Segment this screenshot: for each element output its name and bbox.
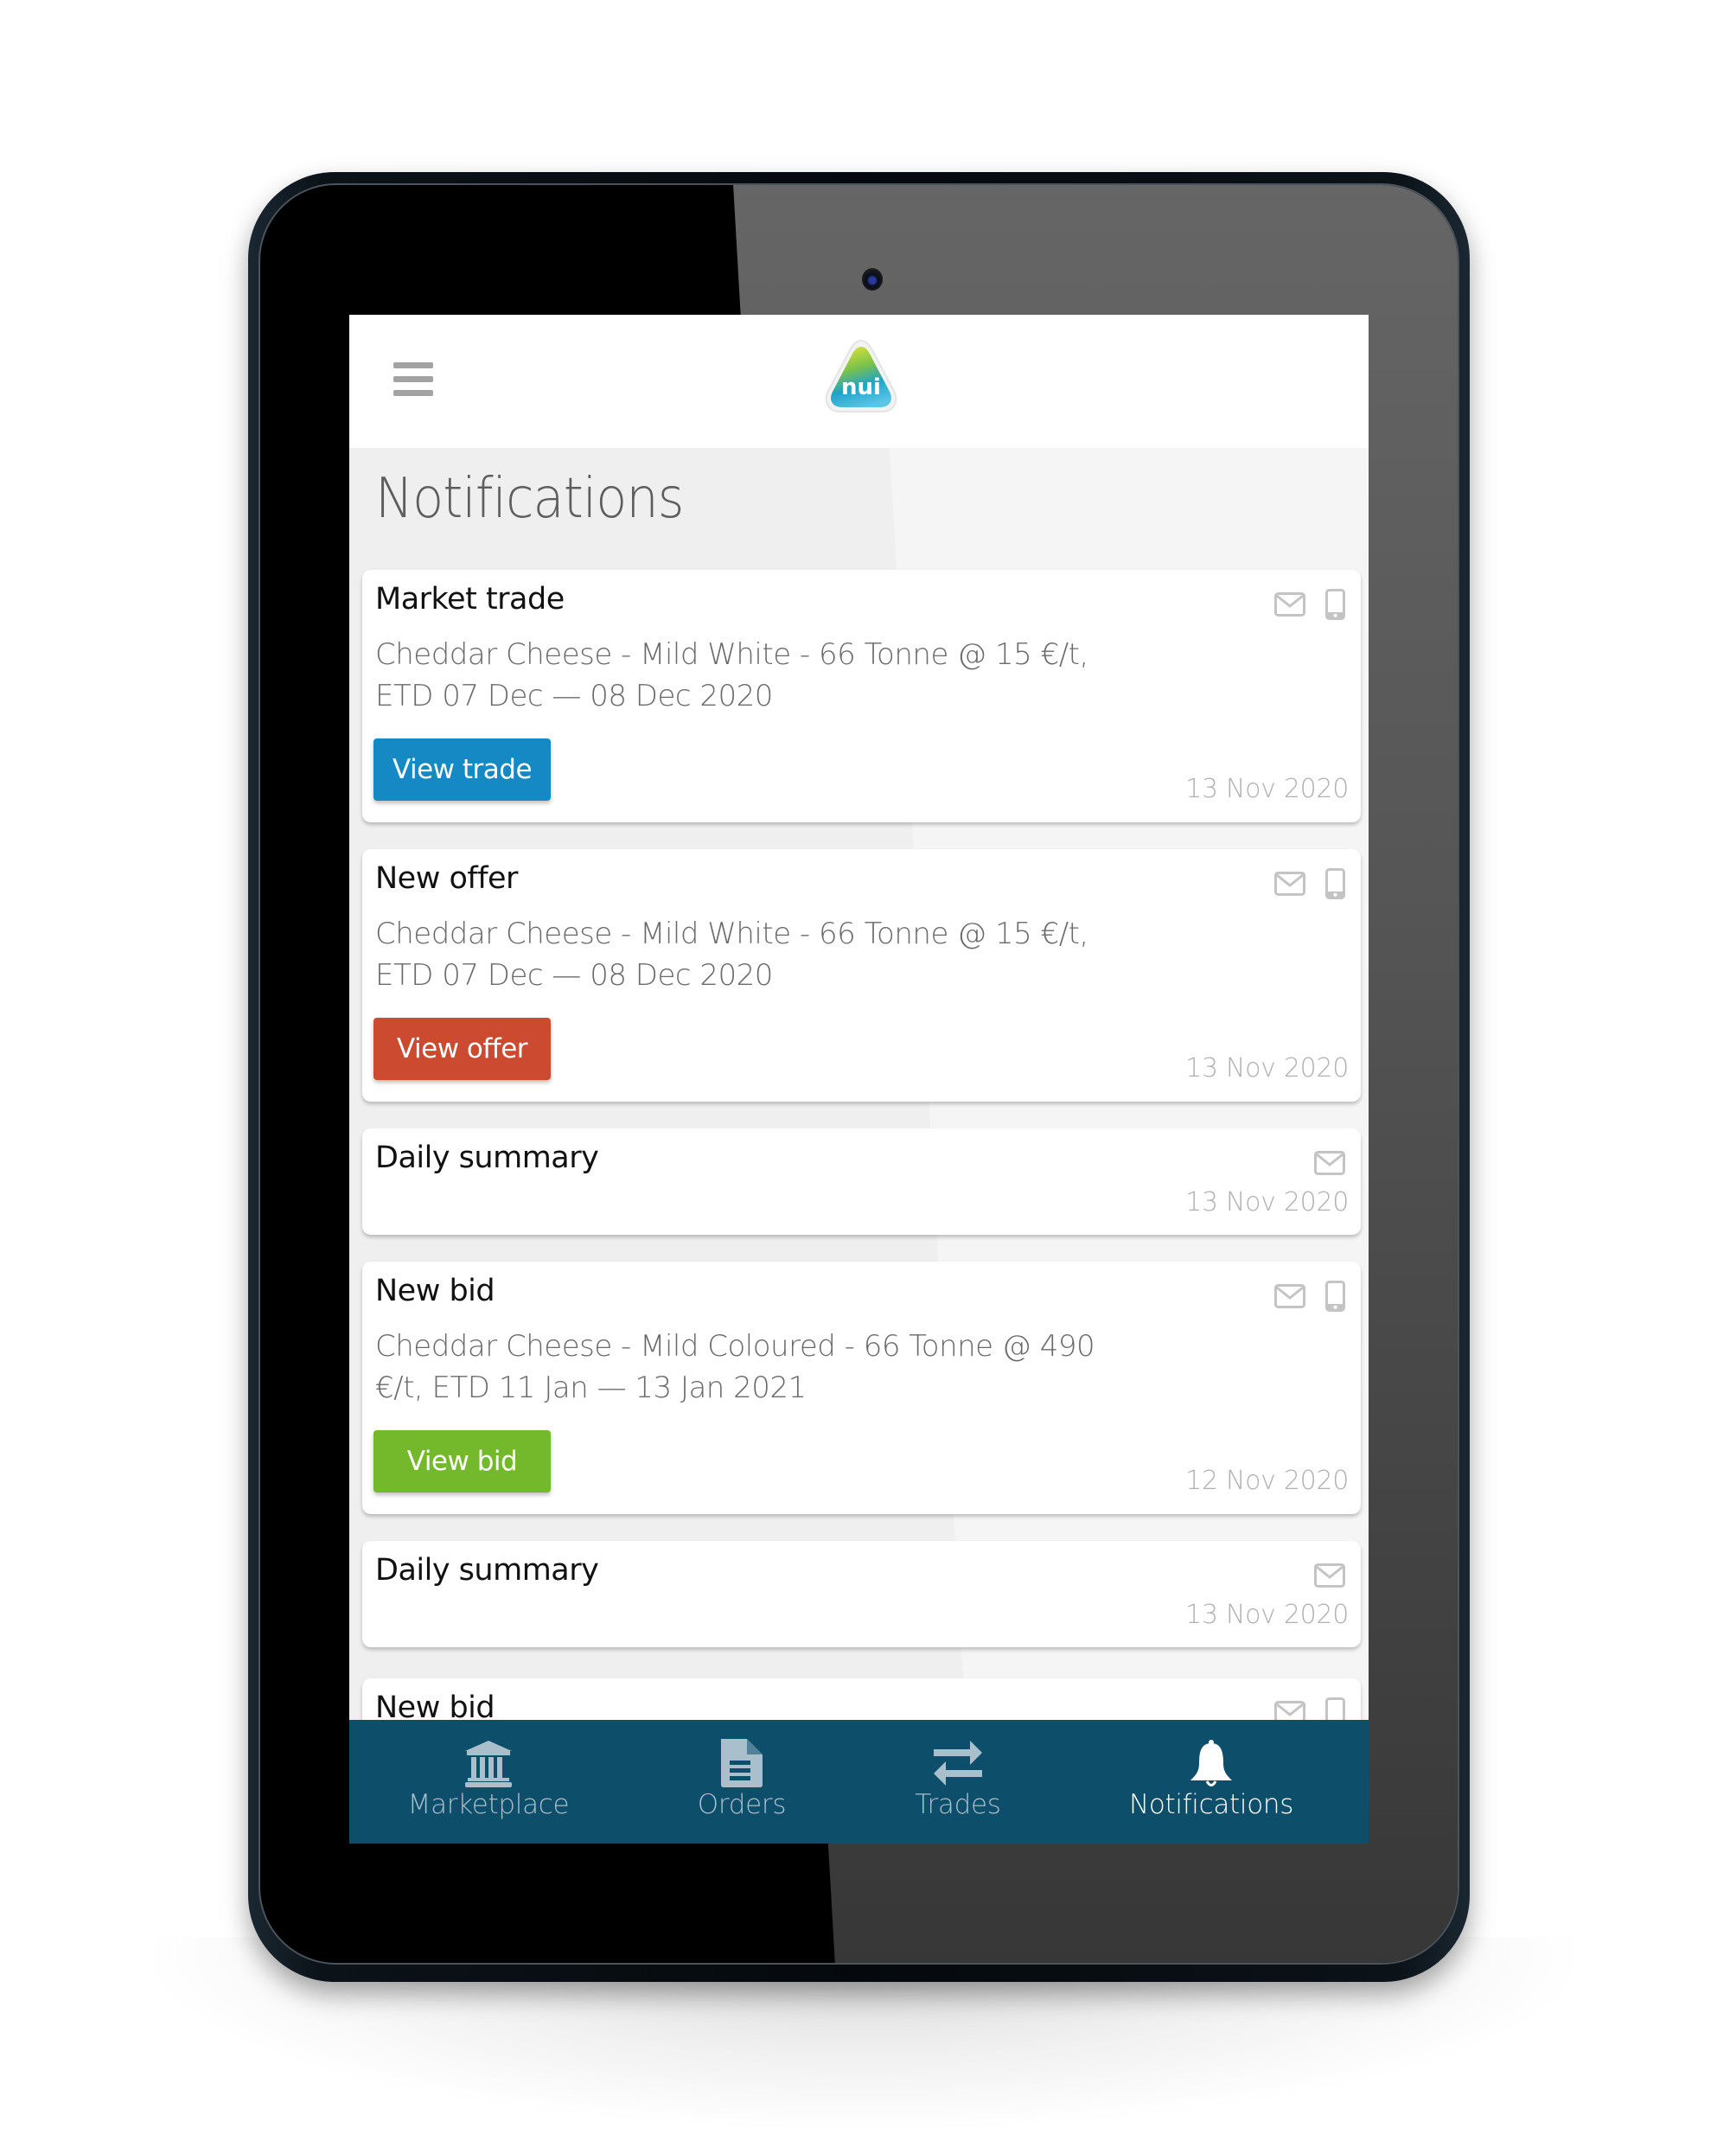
nav-tab-orders[interactable]: Orders [629, 1720, 854, 1844]
view-trade-button[interactable]: View trade [373, 738, 551, 801]
nav-tab-notifications[interactable]: Notifications [1099, 1720, 1324, 1844]
notification-title: New bid [375, 1274, 495, 1308]
view-offer-button[interactable]: View offer [373, 1018, 551, 1080]
view-bid-button[interactable]: View bid [373, 1430, 551, 1492]
notification-date: 13 Nov 2020 [1185, 1053, 1349, 1083]
nav-label: Orders [697, 1789, 787, 1820]
body-line: Cheddar Cheese - Mild Coloured - 66 Tonn… [375, 1329, 1095, 1364]
phone-icon [1325, 589, 1345, 620]
nav-label: Notifications [1128, 1789, 1294, 1820]
notification-card: Market trade Cheddar Cheese - Mild White… [362, 570, 1361, 822]
bottom-nav: Marketplace Orders Trades Notifications [349, 1720, 1369, 1844]
nav-label: Trades [915, 1789, 1001, 1820]
email-icon [1274, 592, 1305, 617]
document-icon [721, 1739, 763, 1787]
nav-tab-marketplace[interactable]: Marketplace [376, 1720, 601, 1844]
email-icon [1314, 1563, 1345, 1588]
notification-date: 13 Nov 2020 [1185, 1600, 1349, 1630]
notification-title: Daily summary [375, 1141, 599, 1175]
body-line: €/t, ETD 11 Jan — 13 Jan 2021 [375, 1371, 807, 1405]
app-screen: nui Notifications Market trade Cheddar C… [349, 315, 1369, 1844]
email-icon [1274, 872, 1305, 896]
body-line: Cheddar Cheese - Mild White - 66 Tonne @… [375, 637, 1088, 672]
nui-logo[interactable]: nui [821, 337, 901, 417]
notification-card: New bid Cheddar Cheese - Mild Coloured -… [362, 1262, 1361, 1514]
notification-card: New offer Cheddar Cheese - Mild White - … [362, 849, 1361, 1102]
nav-tab-trades[interactable]: Trades [846, 1720, 1070, 1844]
page-title: Notifications [375, 467, 684, 531]
email-icon [1274, 1284, 1305, 1308]
notification-card: Daily summary 13 Nov 2020 [362, 1128, 1361, 1235]
bank-icon [465, 1741, 512, 1787]
phone-icon [1325, 1281, 1345, 1312]
notification-title: Daily summary [375, 1553, 599, 1588]
body-line: ETD 07 Dec — 08 Dec 2020 [375, 958, 773, 993]
notification-date: 13 Nov 2020 [1185, 774, 1349, 804]
logo-text: nui [841, 374, 881, 400]
notification-title: New offer [375, 861, 518, 896]
notification-body: Cheddar Cheese - Mild White - 66 Tonne @… [375, 634, 1119, 717]
notification-date: 13 Nov 2020 [1185, 1187, 1349, 1217]
menu-icon[interactable] [393, 362, 433, 397]
email-icon [1314, 1151, 1345, 1175]
camera-icon [862, 268, 883, 291]
nav-label: Marketplace [407, 1789, 570, 1820]
body-line: ETD 07 Dec — 08 Dec 2020 [375, 679, 773, 713]
notification-date: 12 Nov 2020 [1185, 1466, 1349, 1496]
phone-icon [1325, 868, 1345, 899]
bell-icon [1190, 1740, 1232, 1786]
notification-body: Cheddar Cheese - Mild White - 66 Tonne @… [375, 913, 1119, 996]
notification-body: Cheddar Cheese - Mild Coloured - 66 Tonn… [375, 1326, 1119, 1409]
swap-arrows-icon [934, 1741, 982, 1786]
body-line: Cheddar Cheese - Mild White - 66 Tonne @… [375, 917, 1088, 951]
top-app-bar: nui [349, 315, 1369, 448]
notification-title: Market trade [375, 582, 565, 617]
notification-card: Daily summary 13 Nov 2020 [362, 1541, 1361, 1647]
